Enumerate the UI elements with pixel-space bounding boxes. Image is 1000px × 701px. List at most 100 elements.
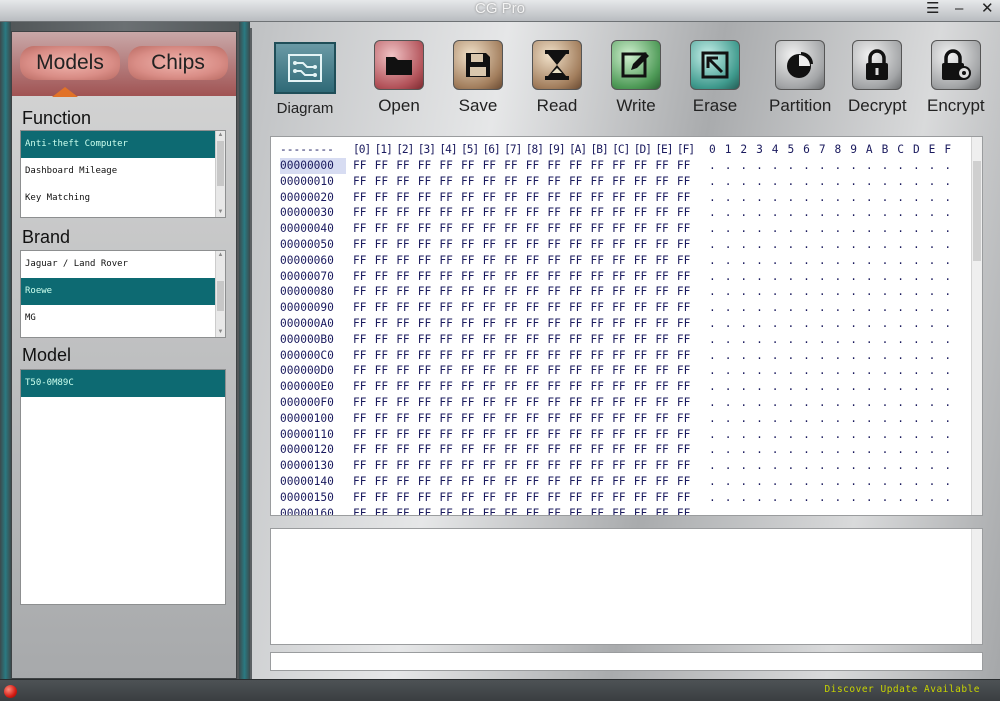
hex-byte-cell[interactable]: FF xyxy=(677,316,699,332)
hex-byte-cell[interactable]: FF xyxy=(461,474,483,490)
hex-byte-cell[interactable]: FF xyxy=(375,316,397,332)
hex-byte-cell[interactable]: FF xyxy=(439,221,461,237)
hex-byte-cell[interactable]: FF xyxy=(677,442,699,458)
hex-byte-cell[interactable]: FF xyxy=(418,300,440,316)
hex-byte-cell[interactable]: FF xyxy=(461,237,483,253)
hex-row-bytes[interactable]: FF FF FF FF FF FF FF FF FF FF FF FF FF FF FF FF xyxy=(353,316,699,332)
hex-byte-cell[interactable]: FF xyxy=(353,316,375,332)
hex-byte-cell[interactable]: FF xyxy=(461,458,483,474)
hex-byte-cell[interactable]: FF xyxy=(418,174,440,190)
model-item-t50[interactable]: T50-0M89C xyxy=(21,370,225,397)
hex-byte-cell[interactable]: FF xyxy=(634,395,656,411)
hex-byte-cell[interactable]: FF xyxy=(655,348,677,364)
hex-byte-cell[interactable]: FF xyxy=(418,395,440,411)
hex-byte-cell[interactable]: FF xyxy=(439,348,461,364)
hex-byte-cell[interactable]: FF xyxy=(353,395,375,411)
hex-byte-cell[interactable]: FF xyxy=(591,427,613,443)
hex-row-bytes[interactable]: FF FF FF FF FF FF FF FF FF FF FF FF FF FF FF FF xyxy=(353,490,699,506)
hex-byte-cell[interactable]: FF xyxy=(483,221,505,237)
hex-byte-cell[interactable]: FF xyxy=(677,395,699,411)
hex-byte-cell[interactable]: FF xyxy=(526,506,548,515)
hex-byte-cell[interactable]: FF xyxy=(569,253,591,269)
hex-byte-cell[interactable]: FF xyxy=(461,363,483,379)
hex-byte-cell[interactable]: FF xyxy=(375,427,397,443)
hex-byte-cell[interactable]: FF xyxy=(569,442,591,458)
hex-byte-cell[interactable]: FF xyxy=(591,474,613,490)
hex-byte-cell[interactable]: FF xyxy=(504,379,526,395)
hex-scroll-thumb[interactable] xyxy=(973,161,981,261)
hex-byte-cell[interactable]: FF xyxy=(677,411,699,427)
hex-byte-cell[interactable]: FF xyxy=(634,174,656,190)
hex-byte-cell[interactable]: FF xyxy=(655,190,677,206)
hex-byte-cell[interactable]: FF xyxy=(396,284,418,300)
hex-byte-cell[interactable]: FF xyxy=(591,442,613,458)
hex-byte-cell[interactable]: FF xyxy=(612,411,634,427)
hex-byte-cell[interactable]: FF xyxy=(677,379,699,395)
hex-byte-cell[interactable]: FF xyxy=(504,490,526,506)
hex-byte-cell[interactable]: FF xyxy=(655,269,677,285)
hex-byte-cell[interactable]: FF xyxy=(677,427,699,443)
hex-byte-cell[interactable]: FF xyxy=(418,158,440,174)
hex-byte-cell[interactable]: FF xyxy=(375,253,397,269)
hex-byte-cell[interactable]: FF xyxy=(504,300,526,316)
hex-byte-cell[interactable]: FF xyxy=(375,221,397,237)
hex-byte-cell[interactable]: FF xyxy=(634,427,656,443)
hex-byte-cell[interactable]: FF xyxy=(655,174,677,190)
hex-byte-cell[interactable]: FF xyxy=(677,506,699,515)
function-item-dashboard-mileage[interactable]: Dashboard Mileage xyxy=(21,158,225,185)
hex-byte-cell[interactable]: FF xyxy=(677,300,699,316)
hex-byte-cell[interactable]: FF xyxy=(396,474,418,490)
hex-byte-cell[interactable]: FF xyxy=(353,174,375,190)
hex-byte-cell[interactable]: FF xyxy=(612,442,634,458)
hex-byte-cell[interactable]: FF xyxy=(526,379,548,395)
hex-byte-cell[interactable]: FF xyxy=(526,237,548,253)
hex-byte-cell[interactable]: FF xyxy=(634,300,656,316)
hex-byte-cell[interactable]: FF xyxy=(353,411,375,427)
hex-byte-cell[interactable]: FF xyxy=(483,332,505,348)
hex-byte-cell[interactable]: FF xyxy=(396,253,418,269)
hex-byte-cell[interactable]: FF xyxy=(439,284,461,300)
hex-byte-cell[interactable]: FF xyxy=(655,379,677,395)
hex-byte-cell[interactable]: FF xyxy=(418,284,440,300)
hex-byte-cell[interactable]: FF xyxy=(461,316,483,332)
hex-byte-cell[interactable]: FF xyxy=(483,506,505,515)
hex-byte-cell[interactable]: FF xyxy=(612,205,634,221)
hex-byte-cell[interactable]: FF xyxy=(375,174,397,190)
hex-byte-cell[interactable]: FF xyxy=(634,379,656,395)
hex-byte-cell[interactable]: FF xyxy=(439,379,461,395)
hex-byte-cell[interactable]: FF xyxy=(612,379,634,395)
hex-byte-cell[interactable]: FF xyxy=(547,253,569,269)
hex-byte-cell[interactable]: FF xyxy=(375,363,397,379)
hex-byte-cell[interactable]: FF xyxy=(353,363,375,379)
hex-byte-cell[interactable]: FF xyxy=(591,379,613,395)
hex-byte-cell[interactable]: FF xyxy=(612,300,634,316)
hex-byte-cell[interactable]: FF xyxy=(418,316,440,332)
hex-byte-cell[interactable]: FF xyxy=(547,221,569,237)
hex-byte-cell[interactable]: FF xyxy=(483,284,505,300)
hex-byte-cell[interactable]: FF xyxy=(396,237,418,253)
hex-byte-cell[interactable]: FF xyxy=(591,348,613,364)
hex-byte-cell[interactable]: FF xyxy=(569,158,591,174)
hex-byte-cell[interactable]: FF xyxy=(439,269,461,285)
hex-byte-cell[interactable]: FF xyxy=(547,490,569,506)
hex-byte-cell[interactable]: FF xyxy=(634,490,656,506)
hex-byte-cell[interactable]: FF xyxy=(353,284,375,300)
hex-byte-cell[interactable]: FF xyxy=(526,411,548,427)
erase-button[interactable]: Erase xyxy=(690,40,740,116)
hex-byte-cell[interactable]: FF xyxy=(526,332,548,348)
hex-byte-cell[interactable]: FF xyxy=(483,269,505,285)
hex-byte-cell[interactable]: FF xyxy=(504,348,526,364)
hex-byte-cell[interactable]: FF xyxy=(353,506,375,515)
hex-byte-cell[interactable]: FF xyxy=(439,316,461,332)
hex-row-bytes[interactable]: FF FF FF FF FF FF FF FF FF FF FF FF FF FF FF FF xyxy=(353,158,699,174)
hex-byte-cell[interactable]: FF xyxy=(655,411,677,427)
hex-byte-cell[interactable]: FF xyxy=(655,474,677,490)
hex-byte-cell[interactable]: FF xyxy=(547,300,569,316)
hex-row-bytes[interactable]: FF FF FF FF FF FF FF FF FF FF FF FF FF FF FF FF xyxy=(353,205,699,221)
hex-byte-cell[interactable]: FF xyxy=(547,395,569,411)
hex-byte-cell[interactable]: FF xyxy=(504,458,526,474)
hex-byte-cell[interactable]: FF xyxy=(547,442,569,458)
hex-byte-cell[interactable]: FF xyxy=(396,506,418,515)
hex-byte-cell[interactable]: FF xyxy=(439,253,461,269)
hex-byte-cell[interactable]: FF xyxy=(655,458,677,474)
